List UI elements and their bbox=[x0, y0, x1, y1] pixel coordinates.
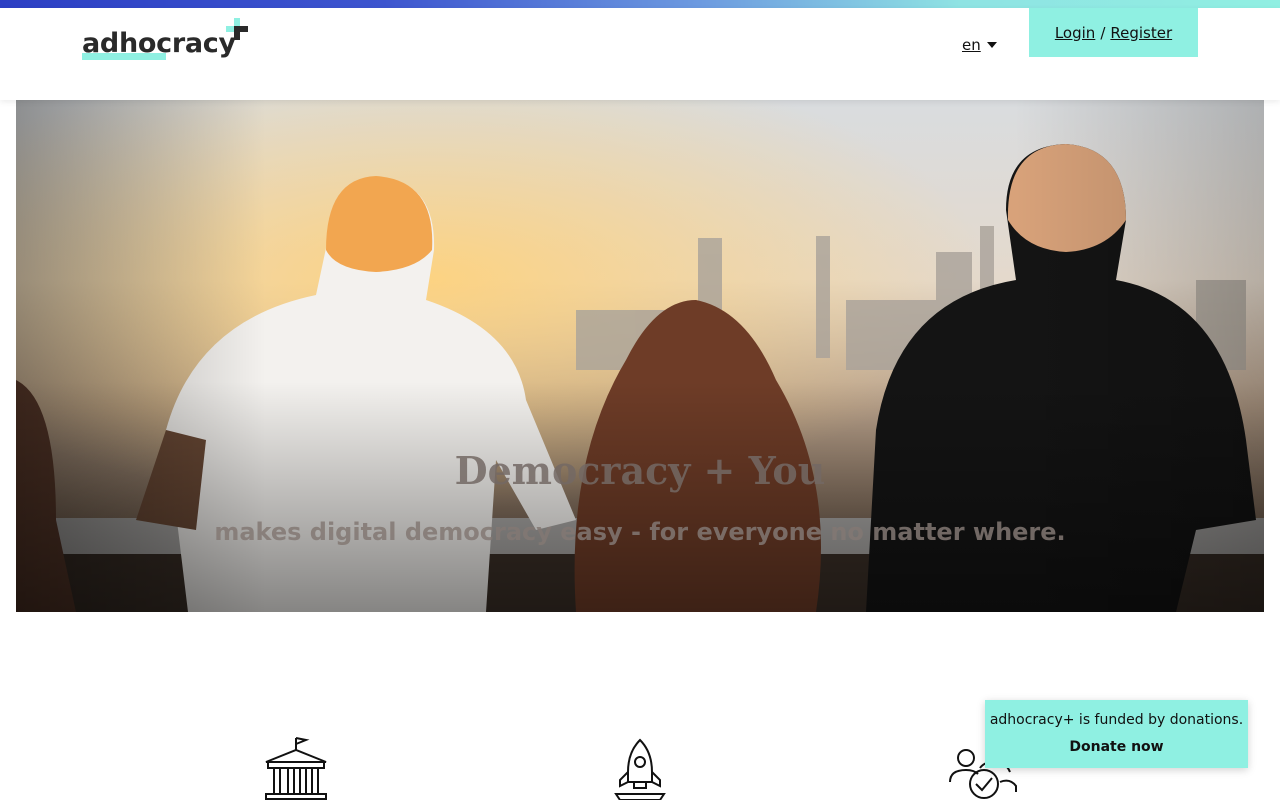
donation-banner: adhocracy+ is funded by donations. Donat… bbox=[985, 700, 1248, 768]
hero-banner: Democracy + You makes digital democracy … bbox=[16, 100, 1264, 612]
hero-title: Democracy + You bbox=[454, 448, 826, 493]
language-label: en bbox=[962, 36, 981, 54]
site-header: adhocracy en Login / Register bbox=[0, 8, 1280, 100]
donation-text: adhocracy+ is funded by donations. bbox=[989, 712, 1244, 728]
institution-icon bbox=[265, 737, 327, 800]
logo[interactable]: adhocracy bbox=[82, 18, 252, 64]
login-link[interactable]: Login bbox=[1055, 24, 1095, 42]
language-selector[interactable]: en bbox=[962, 35, 997, 55]
auth-box: Login / Register bbox=[1029, 8, 1198, 57]
logo-text: adhocracy bbox=[82, 28, 236, 59]
register-link[interactable]: Register bbox=[1110, 24, 1172, 42]
rocket-icon bbox=[614, 738, 666, 800]
hero-subtitle: makes digital democracy easy - for every… bbox=[214, 518, 1066, 546]
caret-down-icon bbox=[986, 42, 997, 48]
top-gradient-stripe bbox=[0, 0, 1280, 8]
donate-now-link[interactable]: Donate now bbox=[985, 739, 1248, 755]
auth-separator: / bbox=[1100, 23, 1106, 42]
